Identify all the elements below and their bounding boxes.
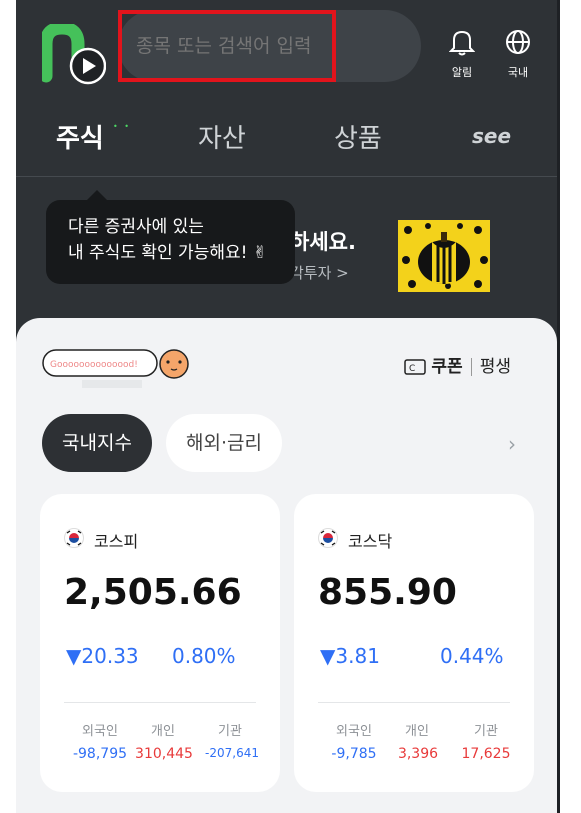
- filter-overseas-rates[interactable]: 해외·금리: [166, 414, 282, 472]
- tab-products[interactable]: 상품: [334, 118, 382, 155]
- index-change-pct: 0.80%: [172, 644, 236, 668]
- investor-label-institution: 기관: [218, 724, 242, 739]
- lifetime-label[interactable]: 평생: [480, 357, 511, 377]
- investor-label-foreign: 외국인: [82, 724, 118, 739]
- investor-value-foreign: -9,785: [331, 746, 377, 762]
- index-name: 코스닥: [348, 532, 393, 551]
- bell-icon: [448, 30, 476, 56]
- frame-right-edge: [557, 0, 581, 813]
- filter-domestic-index[interactable]: 국내지수: [42, 414, 152, 472]
- index-value: 855.90: [318, 572, 457, 613]
- card-divider: [64, 702, 256, 703]
- banner-link[interactable]: 각투자 >: [290, 262, 349, 283]
- tab-assets[interactable]: 자산: [198, 118, 246, 155]
- index-change: ▼20.33: [66, 644, 139, 668]
- app-logo-icon[interactable]: [42, 24, 106, 86]
- investor-value-institution: -207,641: [205, 746, 259, 760]
- tooltip-line-2: 내 주식도 확인 가능해요! ✌: [68, 243, 268, 263]
- alerts-label: 알림: [451, 66, 473, 79]
- investor-label-institution: 기관: [474, 724, 498, 739]
- index-name: 코스피: [94, 532, 139, 551]
- investor-label-foreign: 외국인: [336, 724, 372, 739]
- coupon-area[interactable]: C 쿠폰 평생: [404, 352, 511, 377]
- index-change: ▼3.81: [320, 644, 380, 668]
- main-tabs: 주식 자산 상품 see: [16, 118, 557, 174]
- globe-icon: [506, 30, 530, 54]
- investor-label-individual: 개인: [405, 724, 429, 739]
- tab-see[interactable]: see: [472, 124, 511, 148]
- tab-stocks[interactable]: 주식: [56, 118, 104, 155]
- svg-text:C: C: [409, 364, 415, 374]
- frame-left-edge: [0, 0, 16, 813]
- coupon-label[interactable]: 쿠폰: [431, 357, 462, 377]
- index-change-pct: 0.44%: [440, 644, 504, 668]
- tab-divider: [16, 176, 557, 177]
- chevron-right-icon[interactable]: ›: [508, 432, 516, 456]
- investor-value-foreign: -98,795: [72, 746, 128, 762]
- banner-pumpkin-image[interactable]: [398, 220, 490, 292]
- tooltip-line-1: 다른 증권사에 있는: [68, 217, 204, 237]
- tooltip-bubble[interactable]: 다른 증권사에 있는 내 주식도 확인 가능해요! ✌: [46, 200, 295, 284]
- index-value: 2,505.66: [64, 572, 242, 613]
- region-label: 국내: [507, 66, 529, 79]
- index-card-kosdaq[interactable]: 코스닥 855.90 ▼3.81 0.44% 외국인 개인 기관 -9,785 …: [294, 494, 534, 792]
- investor-value-individual: 3,396: [397, 746, 439, 762]
- app-screen: 알림 국내 주식 자산 상품 see • • 하세요. 각투자 > 다른 증권사…: [0, 0, 581, 813]
- scrollbar[interactable]: [557, 0, 560, 813]
- good-sticker: Goooooooooooood!: [42, 349, 189, 388]
- coupon-icon: C: [404, 359, 426, 375]
- investor-value-individual: 310,445: [135, 746, 193, 762]
- new-indicator-dots: • •: [113, 122, 131, 131]
- banner-title[interactable]: 하세요.: [290, 226, 356, 256]
- index-card-kospi[interactable]: 코스피 2,505.66 ▼20.33 0.80% 외국인 개인 기관 -98,…: [40, 494, 280, 792]
- investor-label-individual: 개인: [151, 724, 175, 739]
- card-divider: [318, 702, 510, 703]
- alerts-button[interactable]: 알림: [442, 28, 482, 80]
- investor-value-institution: 17,625: [461, 746, 511, 762]
- sticker-text: Goooooooooooood!: [50, 360, 138, 370]
- region-button[interactable]: 국내: [498, 28, 538, 80]
- search-highlight-box: [118, 10, 336, 82]
